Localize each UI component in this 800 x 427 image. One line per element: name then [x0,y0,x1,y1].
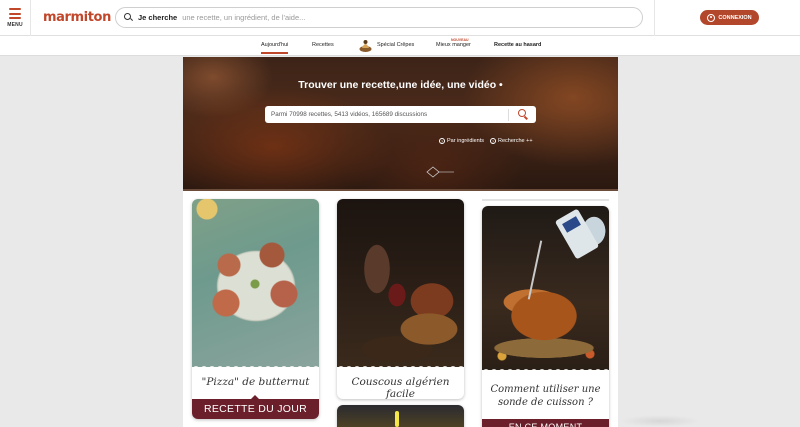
top-header: MENU marmiton Je cherche une recette, un… [0,0,800,36]
scalloped-edge [192,364,319,370]
recipe-image [192,199,319,367]
hero-title: Trouver une recette,une idée, une vidéo … [298,79,503,91]
link-recherche-avancee[interactable]: ? Recherche ++ [490,138,533,144]
hero-banner: Trouver une recette,une idée, une vidéo … [183,57,618,190]
hero-links: ? Par ingrédients ? Recherche ++ [439,138,533,144]
nav-item-special-crepes[interactable]: Spécial Crêpes [377,42,414,48]
nav-item-aujourdhui[interactable]: Aujourd'hui [261,42,289,54]
menu-label: MENU [7,22,23,28]
sub-navigation: Aujourd'hui Recettes Spécial Crêpes NOUV… [0,36,800,56]
menu-icon [9,8,21,19]
magnifier-icon[interactable] [509,106,536,123]
recette-du-jour-banner: RECETTE DU JOUR [192,399,319,419]
link-par-ingredients-label: Par ingrédients [447,138,484,144]
help-circle-icon: ? [439,138,445,144]
user-icon [707,13,716,22]
nav-item-recette-au-hasard[interactable]: Recette au hasard [494,42,541,48]
article-title: Comment utiliser une sonde de cuisson ? [490,384,601,408]
nav-item-mieux-manger[interactable]: Mieux manger [436,42,471,48]
nav-item-recettes[interactable]: Recettes [312,42,334,48]
recipe-image [337,199,464,367]
column-top-divider [482,199,609,201]
crepe-icon [359,40,372,52]
scalloped-edge [337,364,464,370]
link-par-ingredients[interactable]: ? Par ingrédients [439,138,484,144]
help-circle-icon: ? [490,138,496,144]
search-prefix-label: Je cherche [138,13,178,22]
diamond-divider-icon [426,166,454,178]
recipe-title: "Pizza" de butternut [201,376,310,388]
en-ce-moment-banner: EN CE MOMENT [482,419,609,427]
search-icon [124,13,133,22]
search-placeholder: une recette, un ingrédient, de l'aide... [182,13,306,22]
recipe-card-pizza-butternut[interactable]: "Pizza" de butternut RECETTE DU JOUR [192,199,319,419]
header-search-bar[interactable]: Je cherche une recette, un ingrédient, d… [115,7,643,28]
article-card-sonde-cuisson[interactable]: Comment utiliser une sonde de cuisson ? … [482,206,609,427]
connexion-button[interactable]: CONNEXION [700,10,759,25]
hero-search-placeholder: Parmi 70998 recettes, 5413 vidéos, 16568… [271,111,428,118]
header-divider [654,0,655,36]
recipe-card-partial[interactable] [337,405,464,427]
connexion-label: CONNEXION [718,14,752,21]
recipe-title: Couscous algérien facile [351,376,450,399]
recipe-card-couscous[interactable]: Couscous algérien facile [337,199,464,399]
menu-button[interactable]: MENU [0,0,31,36]
scalloped-edge [482,367,609,373]
marmiton-logo[interactable]: marmiton [43,10,111,25]
link-recherche-avancee-label: Recherche ++ [498,138,533,144]
candle-flame-image [395,411,399,427]
floating-shadow [620,415,700,427]
hero-search-input[interactable]: Parmi 70998 recettes, 5413 vidéos, 16568… [265,106,536,123]
